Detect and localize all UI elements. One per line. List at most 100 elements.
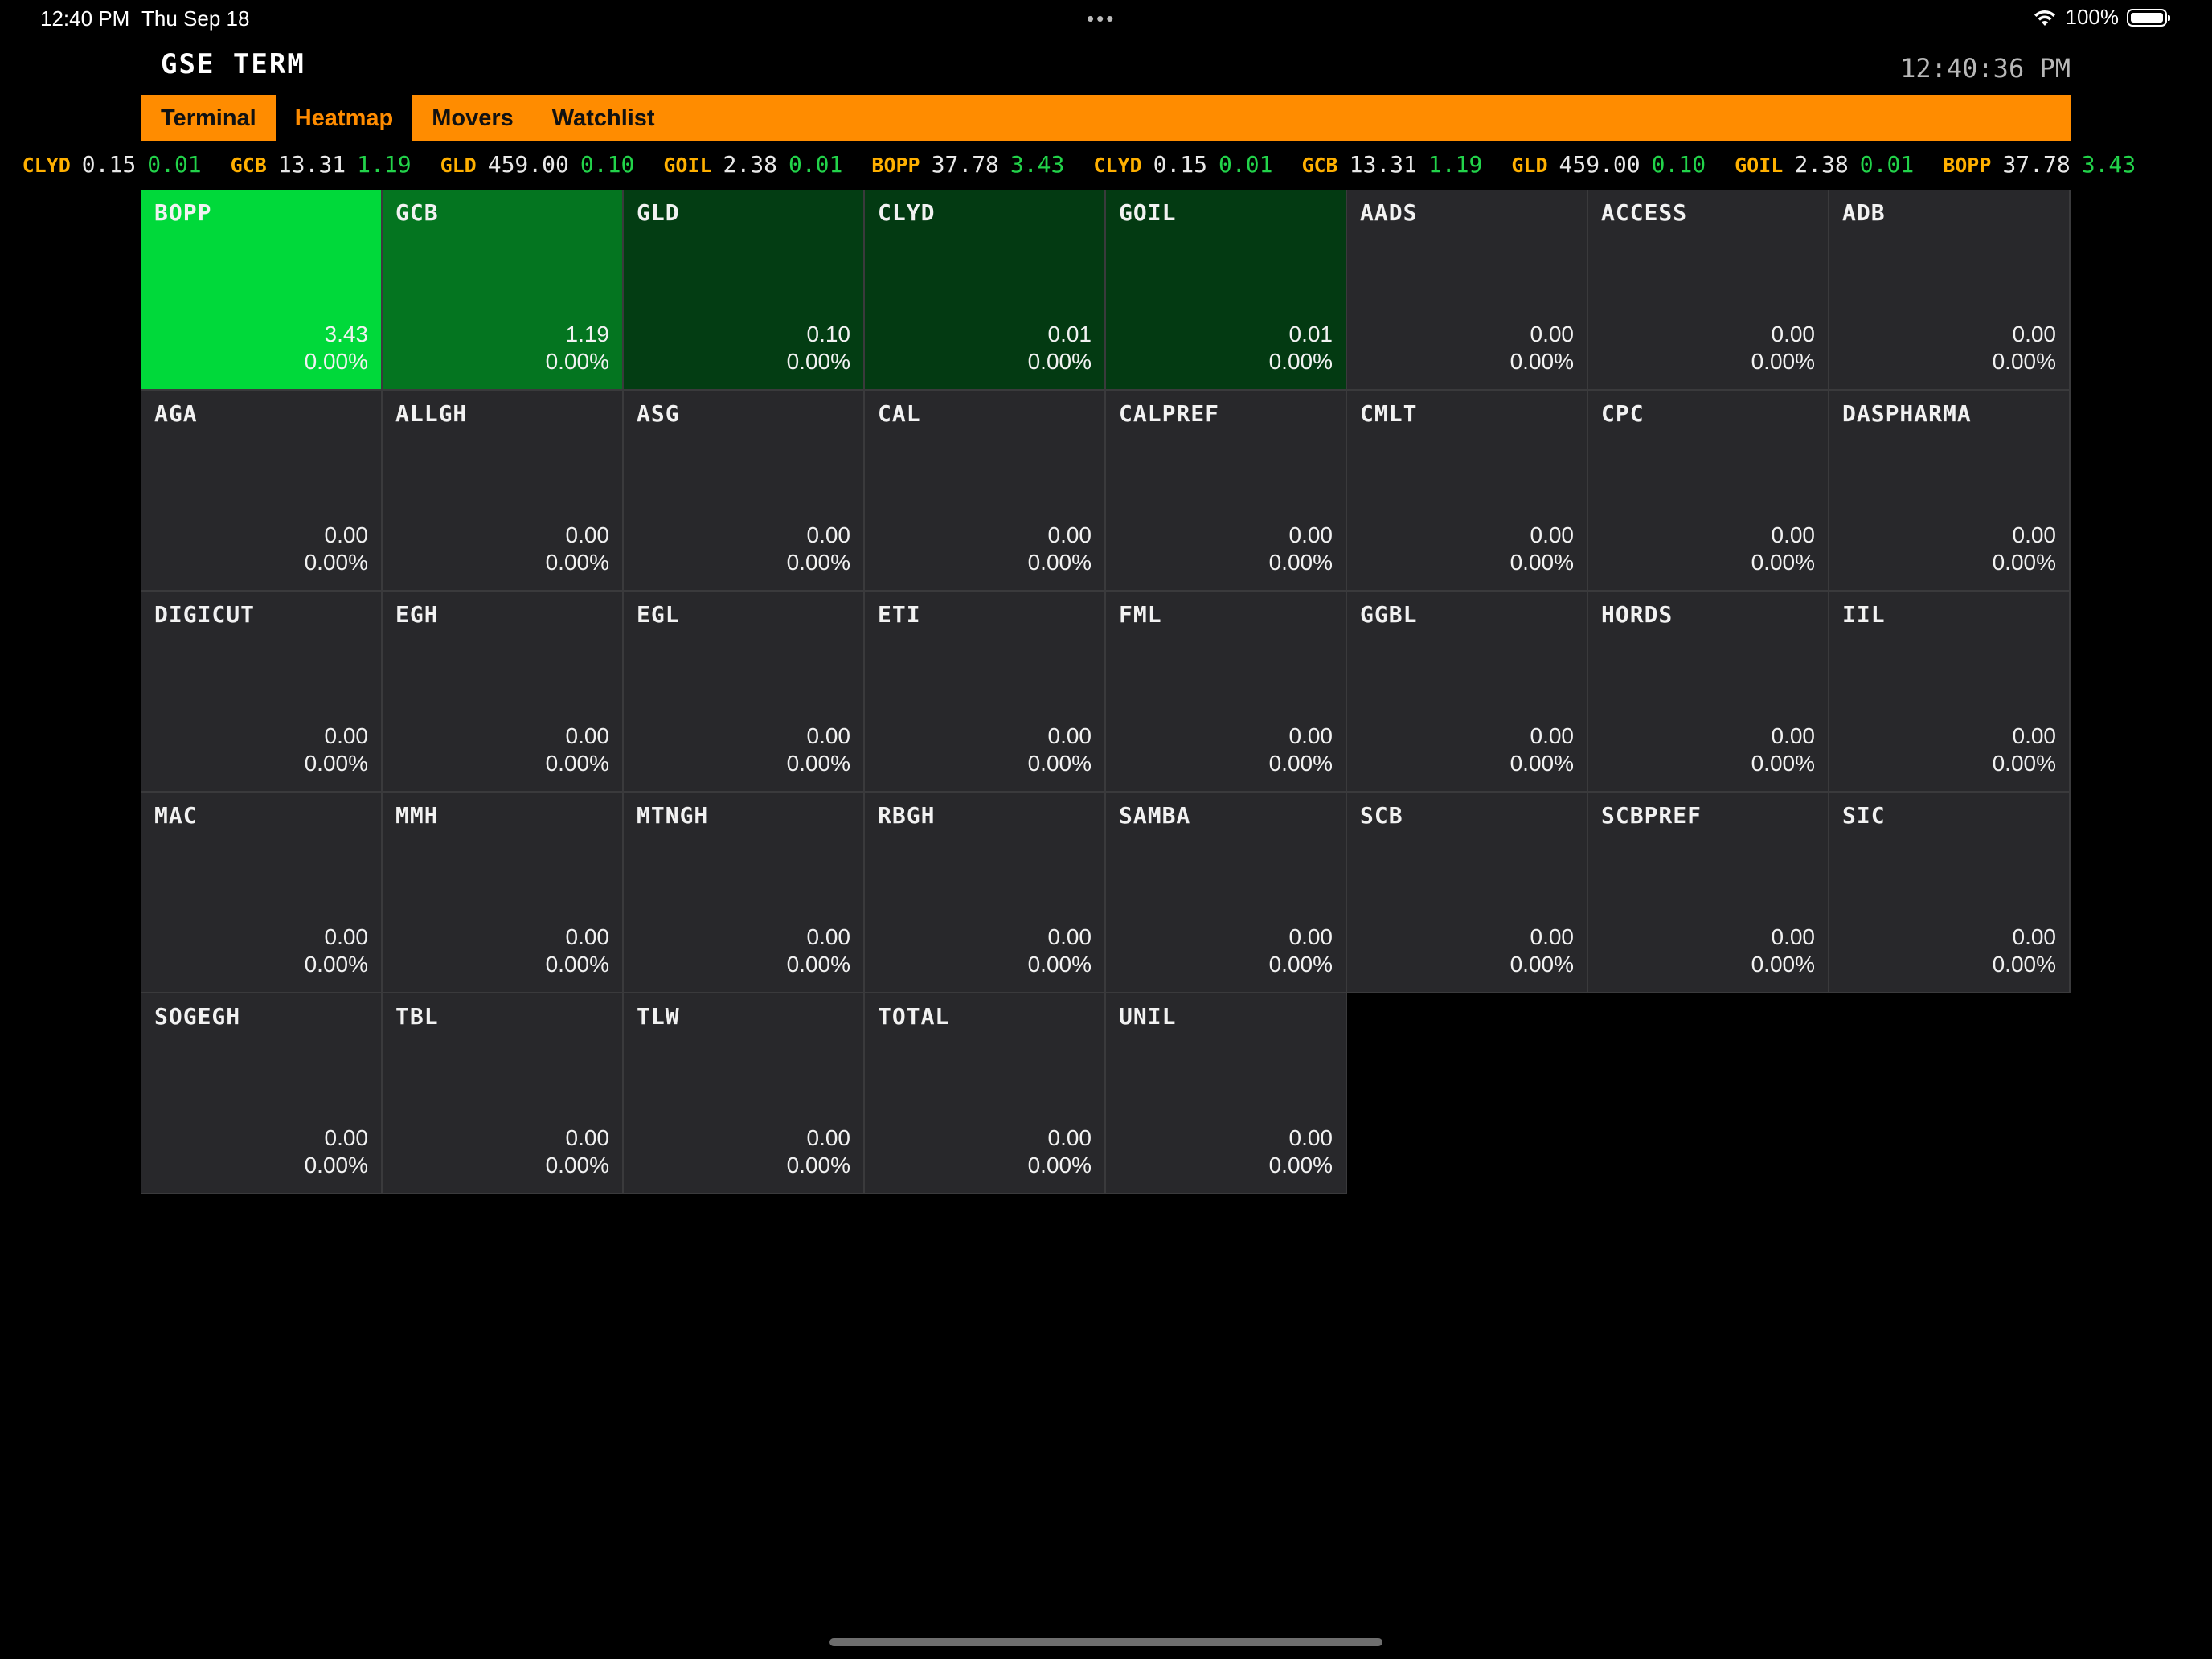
tile-symbol: SCBPREF (1601, 802, 1702, 829)
tile-symbol: AGA (154, 400, 198, 427)
heatmap-grid: BOPP 3.43 0.00% GCB 1.19 0.00% GLD 0.10 0.00% CLY… (141, 190, 2071, 1194)
tile-symbol: HORDS (1601, 601, 1673, 628)
tile-symbol: EGL (637, 601, 680, 628)
ticker-symbol: GLD (440, 154, 477, 177)
heatmap-tile-cpc[interactable]: CPC 0.00 0.00% (1588, 391, 1829, 592)
tab-heatmap[interactable]: Heatmap (275, 95, 413, 141)
multitasking-dots-icon[interactable]: ••• (1087, 6, 1116, 31)
tile-change: 0.00 (324, 723, 369, 748)
ticker-change: 0.01 (147, 151, 202, 178)
heatmap-tile-tlw[interactable]: TLW 0.00 0.00% (624, 993, 865, 1194)
heatmap-tile-asg[interactable]: ASG 0.00 0.00% (624, 391, 865, 592)
heatmap-tile-cmlt[interactable]: CMLT 0.00 0.00% (1347, 391, 1588, 592)
ticker-item: GCB 13.31 1.19 (1301, 151, 1482, 178)
tile-change: 0.01 (1047, 322, 1092, 346)
ticker-price: 13.31 (1349, 151, 1417, 178)
heatmap-tile-mtngh[interactable]: MTNGH 0.00 0.00% (624, 793, 865, 993)
heatmap-tile-egh[interactable]: EGH 0.00 0.00% (383, 592, 624, 793)
ticker-change: 1.19 (357, 151, 412, 178)
heatmap-tile-mac[interactable]: MAC 0.00 0.00% (141, 793, 383, 993)
heatmap-tile-total[interactable]: TOTAL 0.00 0.00% (865, 993, 1106, 1194)
tile-symbol: MAC (154, 802, 198, 829)
tile-symbol: SAMBA (1119, 802, 1191, 829)
ticker-price: 37.78 (931, 151, 999, 178)
ticker-change: 3.43 (1010, 151, 1065, 178)
tile-symbol: UNIL (1119, 1003, 1177, 1030)
tile-percent: 0.00% (304, 1153, 368, 1178)
tile-change: 0.00 (324, 1125, 369, 1150)
heatmap-tile-cal[interactable]: CAL 0.00 0.00% (865, 391, 1106, 592)
tile-symbol: ALLGH (395, 400, 468, 427)
heatmap-tile-access[interactable]: ACCESS 0.00 0.00% (1588, 190, 1829, 391)
tab-movers[interactable]: Movers (412, 95, 533, 141)
tile-symbol: SOGEGH (154, 1003, 241, 1030)
heatmap-tile-goil[interactable]: GOIL 0.01 0.00% (1106, 190, 1347, 391)
tile-symbol: TBL (395, 1003, 439, 1030)
tile-change: 0.00 (2012, 522, 2057, 547)
status-time: 12:40 PM (40, 6, 130, 31)
tile-change: 0.00 (806, 924, 851, 949)
heatmap-tile-allgh[interactable]: ALLGH 0.00 0.00% (383, 391, 624, 592)
tile-symbol: MMH (395, 802, 439, 829)
heatmap-tile-gld[interactable]: GLD 0.10 0.00% (624, 190, 865, 391)
heatmap-tile-ggbl[interactable]: GGBL 0.00 0.00% (1347, 592, 1588, 793)
tile-change: 0.01 (1288, 322, 1333, 346)
heatmap-tile-sogegh[interactable]: SOGEGH 0.00 0.00% (141, 993, 383, 1194)
tile-change: 0.00 (324, 522, 369, 547)
heatmap-tile-unil[interactable]: UNIL 0.00 0.00% (1106, 993, 1347, 1194)
heatmap-tile-eti[interactable]: ETI 0.00 0.00% (865, 592, 1106, 793)
tile-change: 0.00 (1530, 522, 1575, 547)
tile-symbol: GGBL (1360, 601, 1418, 628)
ticker-change: 0.10 (580, 151, 635, 178)
battery-icon (2127, 8, 2170, 27)
tile-change: 0.00 (1771, 522, 1816, 547)
heatmap-tile-egl[interactable]: EGL 0.00 0.00% (624, 592, 865, 793)
heatmap-tile-scb[interactable]: SCB 0.00 0.00% (1347, 793, 1588, 993)
heatmap-tile-tbl[interactable]: TBL 0.00 0.00% (383, 993, 624, 1194)
tile-change: 0.00 (1530, 723, 1575, 748)
heatmap-tile-samba[interactable]: SAMBA 0.00 0.00% (1106, 793, 1347, 993)
heatmap-tile-fml[interactable]: FML 0.00 0.00% (1106, 592, 1347, 793)
heatmap-tile-clyd[interactable]: CLYD 0.01 0.00% (865, 190, 1106, 391)
heatmap-tile-aads[interactable]: AADS 0.00 0.00% (1347, 190, 1588, 391)
ticker-item: GCB 13.31 1.19 (231, 151, 412, 178)
tile-change: 0.00 (806, 522, 851, 547)
ticker-symbol: BOPP (1943, 154, 1992, 177)
tile-change: 0.00 (1047, 1125, 1092, 1150)
tile-percent: 0.00% (304, 751, 368, 776)
tile-change: 0.00 (1288, 723, 1333, 748)
tile-percent: 0.00% (1268, 1153, 1333, 1178)
home-indicator[interactable] (830, 1638, 1382, 1646)
heatmap-tile-iil[interactable]: IIL 0.00 0.00% (1829, 592, 2071, 793)
heatmap-tile-bopp[interactable]: BOPP 3.43 0.00% (141, 190, 383, 391)
heatmap-tile-scbpref[interactable]: SCBPREF 0.00 0.00% (1588, 793, 1829, 993)
tile-percent: 0.00% (1027, 550, 1092, 575)
heatmap-tile-hords[interactable]: HORDS 0.00 0.00% (1588, 592, 1829, 793)
tile-change: 0.00 (1288, 924, 1333, 949)
heatmap-tile-digicut[interactable]: DIGICUT 0.00 0.00% (141, 592, 383, 793)
tile-percent: 0.00% (545, 751, 609, 776)
tile-change: 0.00 (806, 1125, 851, 1150)
tile-symbol: ASG (637, 400, 680, 427)
heatmap-tile-aga[interactable]: AGA 0.00 0.00% (141, 391, 383, 592)
tile-percent: 0.00% (1027, 751, 1092, 776)
heatmap-tile-mmh[interactable]: MMH 0.00 0.00% (383, 793, 624, 993)
tile-percent: 0.00% (1268, 751, 1333, 776)
heatmap-tile-daspharma[interactable]: DASPHARMA 0.00 0.00% (1829, 391, 2071, 592)
tab-watchlist[interactable]: Watchlist (533, 95, 674, 141)
tile-change: 0.00 (806, 723, 851, 748)
tile-symbol: DASPHARMA (1842, 400, 1972, 427)
heatmap-tile-sic[interactable]: SIC 0.00 0.00% (1829, 793, 2071, 993)
ticker-price: 459.00 (1559, 151, 1641, 178)
tile-percent: 0.00% (1027, 1153, 1092, 1178)
tab-terminal[interactable]: Terminal (141, 95, 276, 141)
heatmap-tile-adb[interactable]: ADB 0.00 0.00% (1829, 190, 2071, 391)
ticker-symbol: BOPP (871, 154, 920, 177)
heatmap-tile-rbgh[interactable]: RBGH 0.00 0.00% (865, 793, 1106, 993)
heatmap-tile-calpref[interactable]: CALPREF 0.00 0.00% (1106, 391, 1347, 592)
tile-symbol: CPC (1601, 400, 1645, 427)
heatmap-tile-gcb[interactable]: GCB 1.19 0.00% (383, 190, 624, 391)
tile-percent: 0.00% (545, 550, 609, 575)
tile-change: 0.00 (1771, 723, 1816, 748)
tile-percent: 0.00% (1992, 952, 2056, 977)
